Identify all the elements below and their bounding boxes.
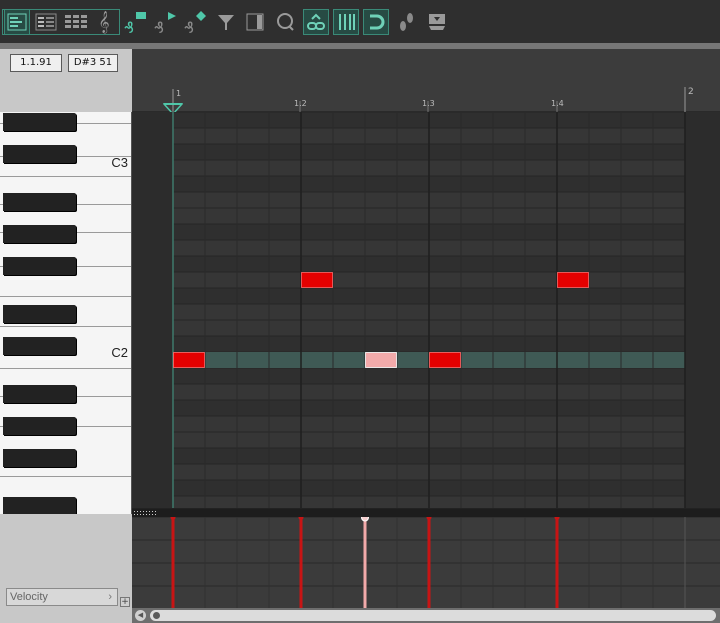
velocity-handle[interactable] [298,517,304,520]
black-key[interactable] [3,145,76,163]
piano-keyboard[interactable]: C3 C2 [0,112,132,514]
track-list-button[interactable] [243,9,267,35]
event-list-view-icon [64,13,88,31]
velocity-handle[interactable] [554,517,560,520]
toolbar: 𝄞 ₰ ₰ ₰ [0,0,720,44]
svg-text:₰: ₰ [124,18,134,35]
horizontal-scrollbar[interactable]: ◀ [132,608,720,623]
black-key[interactable] [3,417,76,435]
ruler-label-beat-3: 1.3 [422,99,435,108]
magnet-snap-icon [366,12,386,32]
midi-note[interactable] [301,272,333,288]
ruler-label-bar-1: 1 [176,89,182,98]
step-input-button[interactable] [393,9,419,35]
link-loop-button[interactable] [303,9,329,35]
post-roll-region [685,112,720,508]
midi-editor-window: 𝄞 ₰ ₰ ₰ 1.1.91 D#3 51 C3 C2 1 1.2 1.3 1.… [0,0,720,623]
scrollbar-thumb[interactable] [150,610,716,621]
lane-type-label: Velocity [10,591,48,603]
key-label-c2: C2 [111,345,128,360]
lane-splitter[interactable] [132,509,720,517]
piano-roll-view-icon [7,13,27,31]
play-note-button[interactable]: ₰ [152,9,180,35]
zoom-button[interactable] [272,9,298,35]
named-notes-view-button[interactable] [32,9,60,35]
filter-button[interactable] [214,9,238,35]
midi-note[interactable] [429,352,461,368]
chevron-right-icon: › [108,591,112,603]
named-notes-view-icon [35,13,57,31]
ruler-label-beat-4: 1.4 [551,99,564,108]
ruler-label-beat-2: 1.2 [294,99,307,108]
velocity-grid[interactable] [132,517,720,609]
black-key[interactable] [3,113,76,131]
svg-text:₰: ₰ [154,18,164,35]
select-note-icon: ₰ [182,9,210,35]
timeline-ruler[interactable]: 1 1.2 1.3 1.4 2 [132,49,720,116]
note-readout[interactable]: D#3 51 [68,54,118,72]
track-list-icon [245,12,265,32]
velocity-lane[interactable] [132,508,720,609]
velocity-handle[interactable] [361,517,369,522]
piano-roll-view-button[interactable] [4,9,30,35]
insert-note-button[interactable]: ₰ [122,9,150,35]
black-key[interactable] [3,385,76,403]
black-key[interactable] [3,193,76,211]
velocity-handle[interactable] [426,517,432,520]
scroll-left-icon[interactable]: ◀ [135,610,146,621]
grid-snap-button[interactable] [333,9,359,35]
midi-input-icon [426,11,448,33]
black-key[interactable] [3,497,76,514]
velocity-handle[interactable] [170,517,176,520]
insert-note-icon: ₰ [122,9,150,35]
black-key[interactable] [3,257,76,275]
lane-type-selector[interactable]: Velocity › [6,588,118,606]
black-key[interactable] [3,305,76,323]
play-note-icon: ₰ [152,9,180,35]
pre-roll-region [132,112,173,508]
position-readout[interactable]: 1.1.91 [10,54,62,72]
midi-note[interactable] [557,272,589,288]
select-note-button[interactable]: ₰ [182,9,210,35]
notation-view-button[interactable]: 𝄞 [92,9,116,35]
filter-icon [216,12,236,32]
note-grid[interactable] [132,112,720,508]
notation-view-icon: 𝄞 [98,11,110,33]
midi-note[interactable] [365,352,397,368]
key-label-c3: C3 [111,155,128,170]
svg-text:₰: ₰ [184,18,194,35]
add-lane-button[interactable]: + [120,597,130,607]
midi-note[interactable] [173,352,205,368]
event-list-view-button[interactable] [62,9,90,35]
magnet-snap-button[interactable] [363,9,389,35]
link-loop-icon [305,11,327,33]
midi-input-button[interactable] [424,9,450,35]
step-input-icon [395,11,417,33]
scrollbar-grip-icon [153,612,160,619]
zoom-icon [274,11,296,33]
black-key[interactable] [3,225,76,243]
black-key[interactable] [3,337,76,355]
black-key[interactable] [3,449,76,467]
ruler-label-bar-2: 2 [688,87,694,97]
grid-snap-icon [336,12,356,32]
